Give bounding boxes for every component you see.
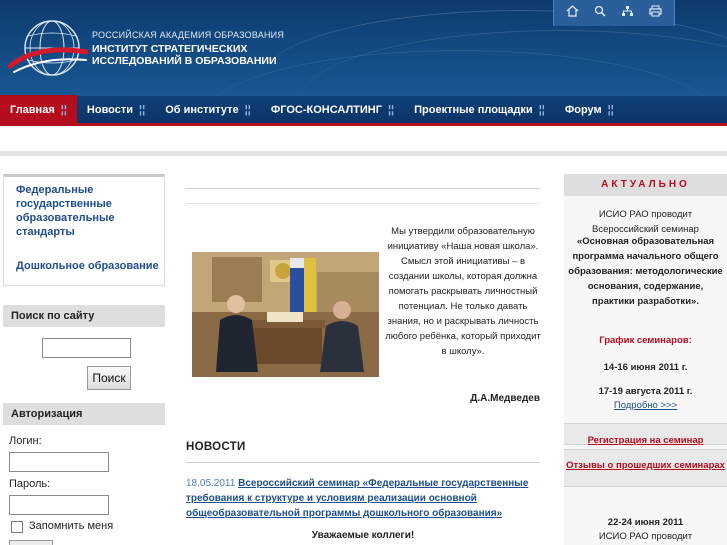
search-button[interactable]: Поиск (87, 366, 131, 390)
nav-item-about[interactable]: Об институте ¦¦ (155, 95, 261, 125)
preschool-link[interactable]: Дошкольное образование (16, 259, 159, 273)
nav-item-home[interactable]: Главная ¦¦ (0, 94, 77, 125)
print-icon[interactable] (649, 0, 662, 26)
reviews-box: Отзывы о прошедших семинарах (564, 449, 727, 487)
login-label: Логин: (9, 435, 42, 447)
news-link[interactable]: Всероссийский семинар «Федеральные госуд… (186, 478, 528, 519)
actual-panel-title: АКТУАЛЬНО (564, 174, 727, 196)
nav-item-label: Главная (10, 103, 55, 116)
seminar-date: 17-19 августа 2011 г. (598, 386, 693, 397)
nav-separator: ¦¦ (538, 103, 545, 116)
divider (186, 462, 540, 463)
seminar-date: 14-16 июня 2011 г. (603, 362, 688, 373)
news-greeting: Уважаемые коллеги! (311, 530, 415, 541)
nav-item-fgos-consulting[interactable]: ФГОС-КОНСАЛТИНГ ¦¦ (261, 95, 404, 125)
sitemap-icon[interactable] (621, 0, 634, 26)
login-button[interactable] (9, 540, 53, 545)
nav-item-label: ФГОС-КОНСАЛТИНГ (270, 103, 382, 116)
nav-separator: ¦¦ (244, 103, 251, 116)
login-field[interactable] (9, 452, 109, 472)
divider-strip (0, 151, 727, 156)
divider (186, 188, 540, 189)
logo-text[interactable]: РОССИЙСКАЯ АКАДЕМИЯ ОБРАЗОВАНИЯ ИНСТИТУТ… (92, 30, 284, 67)
search-icon[interactable] (594, 0, 606, 26)
seminar-intro: ИСИО РАО проводит (598, 531, 693, 542)
meeting-photo (192, 252, 379, 377)
search-panel-title: Поиск по сайту (3, 305, 165, 327)
search-input[interactable] (42, 338, 131, 358)
logo-line-institute: ИНСТИТУТ СТРАТЕГИЧЕСКИХ (92, 43, 248, 55)
reviews-link[interactable]: Отзывы о прошедших семинарах (566, 460, 725, 471)
site-header: РОССИЙСКАЯ АКАДЕМИЯ ОБРАЗОВАНИЯ ИНСТИТУТ… (0, 0, 727, 96)
news-date: 18.05.2011 (186, 478, 236, 489)
logo-line-research: ИССЛЕДОВАНИЙ В ОБРАЗОВАНИИ (92, 55, 277, 67)
schedule-title: График семинаров: (599, 335, 692, 346)
auth-panel-title: Авторизация (3, 403, 165, 425)
standards-link[interactable]: Федеральные государственные образователь… (16, 183, 156, 239)
news-section-title: НОВОСТИ (186, 441, 246, 453)
password-label: Пароль: (9, 478, 51, 490)
nav-separator: ¦¦ (387, 103, 395, 116)
more-link[interactable]: Подробно >>> (568, 398, 723, 413)
nav-item-news[interactable]: Новости ¦¦ (77, 95, 155, 125)
header-icon-bar (553, 0, 675, 26)
nav-separator: ¦¦ (607, 103, 614, 116)
nav-separator: ¦¦ (60, 103, 67, 116)
register-box: Регистрация на семинар (564, 423, 727, 446)
nav-separator: ¦¦ (139, 103, 146, 116)
right-column: АКТУАЛЬНО ИСИО РАО проводит Всероссийски… (564, 174, 727, 545)
nav-item-label: Об институте (165, 103, 239, 116)
globe-logo-icon[interactable] (8, 14, 88, 84)
divider (186, 203, 540, 204)
seminar-date: 22-24 июня 2011 (607, 517, 684, 528)
logo-line-academy: РОССИЙСКАЯ АКАДЕМИЯ ОБРАЗОВАНИЯ (92, 30, 285, 40)
password-field[interactable] (9, 495, 109, 515)
nav-item-label: Проектные площадки (414, 103, 533, 116)
page: РОССИЙСКАЯ АКАДЕМИЯ ОБРАЗОВАНИЯ ИНСТИТУТ… (0, 0, 727, 545)
nav-item-forum[interactable]: Форум ¦¦ (555, 95, 624, 125)
nav-item-projects[interactable]: Проектные площадки ¦¦ (404, 95, 555, 125)
home-icon[interactable] (566, 0, 579, 26)
quote-author: Д.А.Медведев (470, 393, 540, 404)
seminar-title: «Основная образовательная программа нача… (568, 236, 723, 307)
seminar-intro: ИСИО РАО проводит Всероссийский семинар (592, 209, 699, 235)
left-links-panel: Федеральные государственные образователь… (3, 174, 165, 286)
remember-me-checkbox[interactable] (11, 521, 23, 533)
register-link[interactable]: Регистрация на семинар (588, 435, 704, 446)
main-navigation: Главная ¦¦ Новости ¦¦ Об институте ¦¦ ФГОС-… (0, 94, 727, 126)
quote-text: Мы утвердили образовательную инициативу … (385, 226, 541, 357)
nav-item-label: Форум (564, 103, 602, 116)
nav-item-label: Новости (86, 103, 134, 116)
news-item: 18.05.2011 Всероссийский семинар «Федера… (186, 476, 542, 521)
remember-me-label: Запомнить меня (29, 520, 114, 532)
